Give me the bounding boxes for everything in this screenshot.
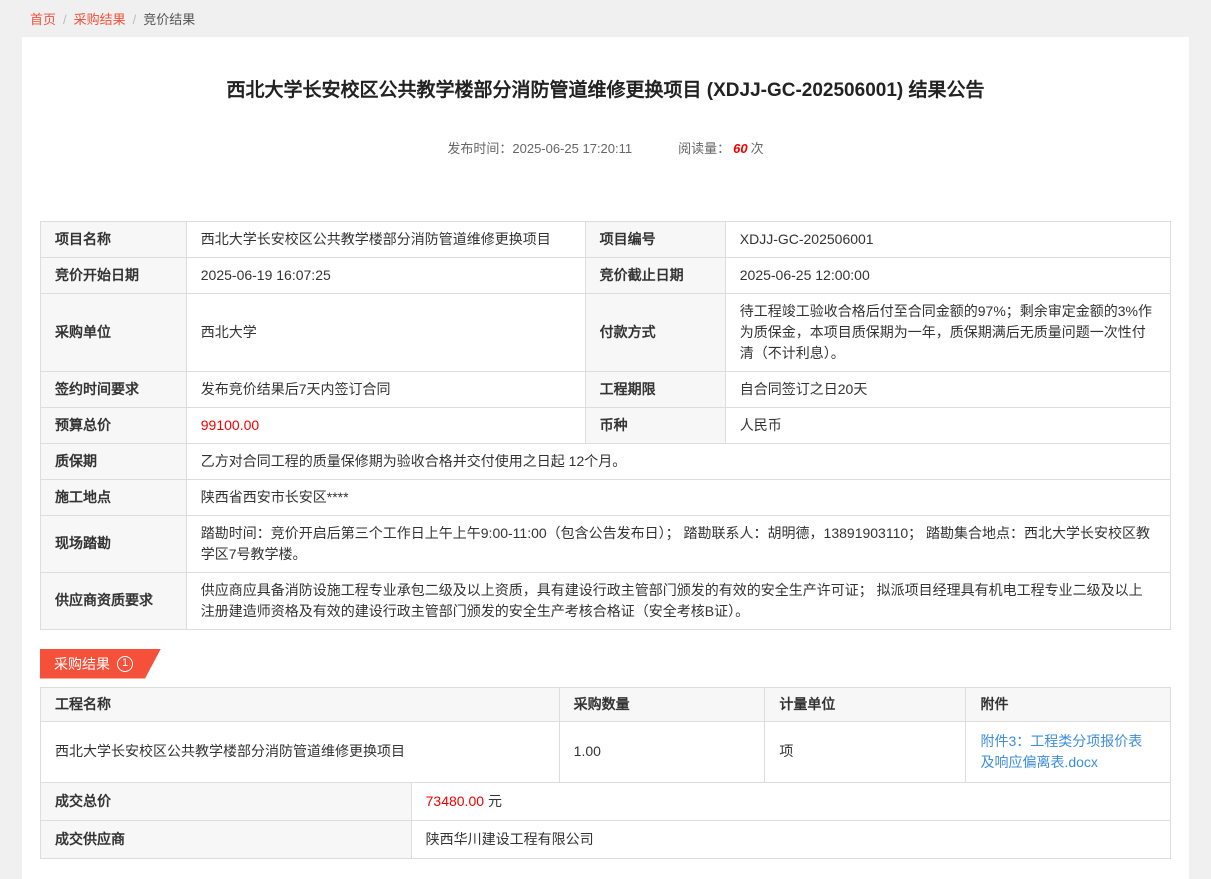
result-item-row: 西北大学长安校区公共教学楼部分消防管道维修更换项目1.00项附件3：工程类分项报… <box>41 721 1171 782</box>
info-value-cell: 西北大学 <box>186 293 585 371</box>
views-group: 阅读量：60 次 <box>678 141 764 156</box>
info-value-cell: 供应商应具备消防设施工程专业承包二级及以上资质，具有建设行政主管部门颁发的有效的… <box>186 572 1170 629</box>
result-item-name: 西北大学长安校区公共教学楼部分消防管道维修更换项目 <box>41 721 560 782</box>
announcement-meta: 发布时间：2025-06-25 17:20:11 阅读量：60 次 <box>40 138 1171 157</box>
views-count: 60 <box>733 141 747 156</box>
breadcrumb-separator: / <box>133 12 137 27</box>
info-label-cell: 供应商资质要求 <box>41 572 187 629</box>
info-table-row: 供应商资质要求供应商应具备消防设施工程专业承包二级及以上资质，具有建设行政主管部… <box>41 572 1171 629</box>
supplier-row: 成交供应商 陕西华川建设工程有限公司 <box>41 820 1171 858</box>
info-table-row: 竞价开始日期2025-06-19 16:07:25竞价截止日期2025-06-2… <box>41 257 1171 293</box>
total-price-row: 成交总价 73480.00元 <box>41 782 1171 820</box>
supplier-label: 成交供应商 <box>41 820 412 858</box>
info-value-cell: 待工程竣工验收合格后付至合同金额的97%；剩余审定金额的3%作为质保金，本项目质… <box>725 293 1170 371</box>
purchase-result-table: 工程名称采购数量计量单位附件 西北大学长安校区公共教学楼部分消防管道维修更换项目… <box>40 687 1171 783</box>
info-table-row: 采购单位西北大学付款方式待工程竣工验收合格后付至合同金额的97%；剩余审定金额的… <box>41 293 1171 371</box>
info-label-cell: 工程期限 <box>585 371 725 407</box>
page-title: 西北大学长安校区公共教学楼部分消防管道维修更换项目 (XDJJ-GC-20250… <box>40 37 1171 106</box>
announcement-card: 西北大学长安校区公共教学楼部分消防管道维修更换项目 (XDJJ-GC-20250… <box>22 37 1189 879</box>
total-price-label: 成交总价 <box>41 782 412 820</box>
breadcrumb-purchase-results-link[interactable]: 采购结果 <box>74 12 126 27</box>
info-label-cell: 质保期 <box>41 443 187 479</box>
result-column-header: 计量单位 <box>765 687 966 721</box>
info-value-cell: 踏勘时间：竞价开启后第三个工作日上午上午9:00-11:00（包含公告发布日）；… <box>186 515 1170 572</box>
result-item-quantity: 1.00 <box>559 721 765 782</box>
info-value-cell: 西北大学长安校区公共教学楼部分消防管道维修更换项目 <box>186 221 585 257</box>
project-info-table: 项目名称西北大学长安校区公共教学楼部分消防管道维修更换项目项目编号XDJJ-GC… <box>40 221 1171 630</box>
info-value-cell: 2025-06-25 12:00:00 <box>725 257 1170 293</box>
publish-time-label: 发布时间： <box>447 141 512 156</box>
info-label-cell: 现场踏勘 <box>41 515 187 572</box>
result-item-attachment-cell: 附件3：工程类分项报价表及响应偏离表.docx <box>966 721 1171 782</box>
info-value-cell: 乙方对合同工程的质量保修期为验收合格并交付使用之日起 12个月。 <box>186 443 1170 479</box>
info-table-body: 项目名称西北大学长安校区公共教学楼部分消防管道维修更换项目项目编号XDJJ-GC… <box>41 221 1171 629</box>
info-value-cell: 发布竞价结果后7天内签订合同 <box>186 371 585 407</box>
info-table-row: 施工地点陕西省西安市长安区**** <box>41 479 1171 515</box>
info-label-cell: 预算总价 <box>41 407 187 443</box>
info-value-cell: 人民币 <box>725 407 1170 443</box>
info-label-cell: 采购单位 <box>41 293 187 371</box>
info-value-cell: XDJJ-GC-202506001 <box>725 221 1170 257</box>
info-label-cell: 付款方式 <box>585 293 725 371</box>
views-label: 阅读量： <box>678 141 730 156</box>
info-label-cell: 项目名称 <box>41 221 187 257</box>
info-value-cell: 自合同签订之日20天 <box>725 371 1170 407</box>
info-table-row: 签约时间要求发布竞价结果后7天内签订合同工程期限自合同签订之日20天 <box>41 371 1171 407</box>
info-table-row: 预算总价99100.00币种人民币 <box>41 407 1171 443</box>
result-column-header: 采购数量 <box>559 687 765 721</box>
purchase-result-badge-number: 1 <box>117 656 133 672</box>
info-table-row: 项目名称西北大学长安校区公共教学楼部分消防管道维修更换项目项目编号XDJJ-GC… <box>41 221 1171 257</box>
supplier-name: 陕西华川建设工程有限公司 <box>411 820 1170 858</box>
total-price-cell: 73480.00元 <box>411 782 1170 820</box>
total-price-value: 73480.00 <box>426 793 484 809</box>
breadcrumb-separator: / <box>63 12 67 27</box>
result-table-head-row: 工程名称采购数量计量单位附件 <box>41 687 1171 721</box>
purchase-result-badge: 采购结果 1 <box>40 649 161 679</box>
total-price-unit: 元 <box>488 793 502 809</box>
info-table-row: 质保期乙方对合同工程的质量保修期为验收合格并交付使用之日起 12个月。 <box>41 443 1171 479</box>
views-unit: 次 <box>751 141 764 156</box>
result-column-header: 工程名称 <box>41 687 560 721</box>
result-column-header: 附件 <box>966 687 1171 721</box>
result-item-unit: 项 <box>765 721 966 782</box>
info-table-row: 现场踏勘踏勘时间：竞价开启后第三个工作日上午上午9:00-11:00（包含公告发… <box>41 515 1171 572</box>
info-label-cell: 竞价截止日期 <box>585 257 725 293</box>
breadcrumb-home-link[interactable]: 首页 <box>30 12 56 27</box>
info-label-cell: 施工地点 <box>41 479 187 515</box>
info-label-cell: 币种 <box>585 407 725 443</box>
info-value-cell: 陕西省西安市长安区**** <box>186 479 1170 515</box>
info-value-cell: 99100.00 <box>186 407 585 443</box>
breadcrumb: 首页 / 采购结果 / 竞价结果 <box>0 0 1211 37</box>
info-label-cell: 竞价开始日期 <box>41 257 187 293</box>
breadcrumb-current: 竞价结果 <box>143 12 195 27</box>
purchase-result-badge-label: 采购结果 <box>54 654 110 674</box>
info-value-cell: 2025-06-19 16:07:25 <box>186 257 585 293</box>
info-label-cell: 项目编号 <box>585 221 725 257</box>
attachment-link[interactable]: 附件3：工程类分项报价表及响应偏离表.docx <box>980 733 1142 770</box>
info-label-cell: 签约时间要求 <box>41 371 187 407</box>
purchase-result-footer-table: 成交总价 73480.00元 成交供应商 陕西华川建设工程有限公司 <box>40 782 1171 859</box>
publish-time-value: 2025-06-25 17:20:11 <box>512 141 632 156</box>
result-table-body: 西北大学长安校区公共教学楼部分消防管道维修更换项目1.00项附件3：工程类分项报… <box>41 721 1171 782</box>
